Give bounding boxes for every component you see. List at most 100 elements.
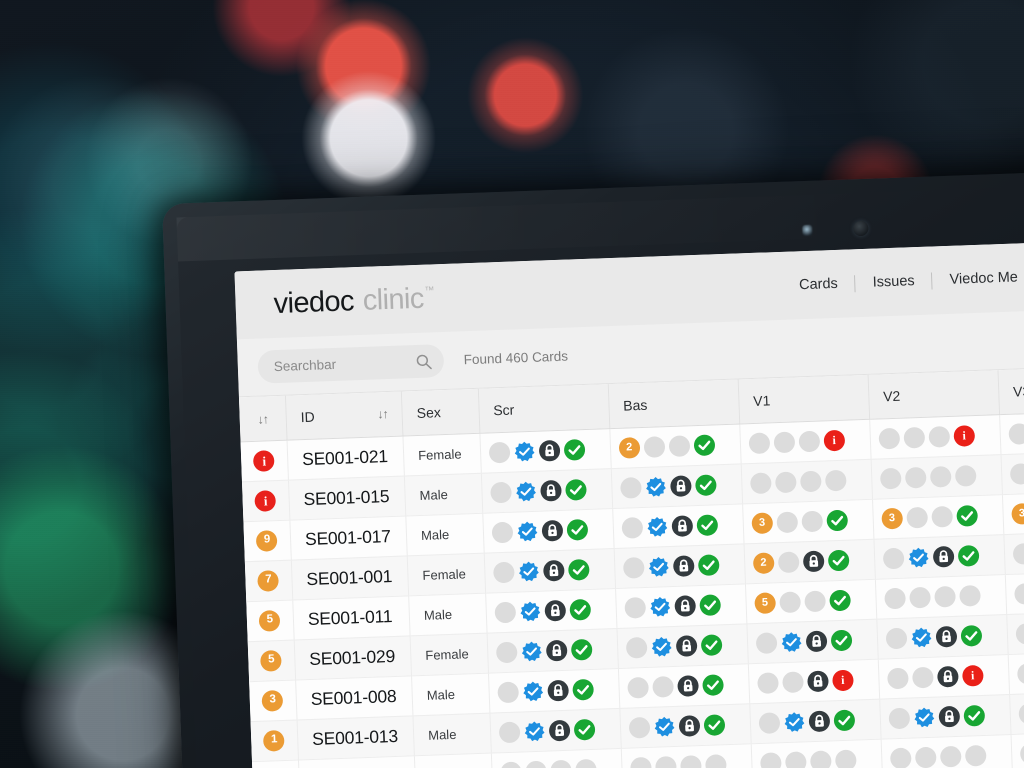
status-lock-icon[interactable]: [676, 674, 699, 697]
row-event-bas[interactable]: [620, 743, 753, 768]
row-event-scr[interactable]: [489, 707, 621, 753]
status-check-icon[interactable]: [963, 704, 985, 727]
row-event-v2[interactable]: 3: [872, 494, 1004, 539]
status-lock-icon[interactable]: [548, 719, 571, 741]
status-check-icon[interactable]: [833, 709, 856, 731]
alert-flag-badge[interactable]: i: [254, 489, 277, 512]
status-lock-icon[interactable]: [938, 705, 961, 728]
row-event-v3[interactable]: [1006, 609, 1024, 655]
status-verified-icon[interactable]: [518, 560, 540, 582]
status-count-badge[interactable]: 2: [752, 551, 775, 574]
row-event-scr[interactable]: [491, 747, 623, 768]
row-event-v1[interactable]: i: [739, 418, 871, 464]
row-event-v3[interactable]: [1007, 649, 1024, 694]
row-event-v1[interactable]: 2: [743, 538, 876, 584]
status-count-badge[interactable]: 3: [881, 507, 903, 529]
status-verified-icon[interactable]: [910, 626, 932, 648]
row-event-v1[interactable]: 5: [745, 578, 877, 624]
status-check-icon[interactable]: [699, 593, 721, 616]
row-event-v2[interactable]: i: [869, 414, 1001, 459]
row-event-scr[interactable]: [485, 588, 617, 633]
row-event-v1[interactable]: [749, 698, 881, 744]
row-subject-id[interactable]: SE001-011: [292, 595, 411, 640]
search-icon[interactable]: [416, 353, 433, 370]
status-lock-icon[interactable]: [808, 709, 831, 732]
sort-icon[interactable]: ↓↑: [377, 407, 388, 421]
status-lock-icon[interactable]: [541, 519, 563, 542]
status-check-icon[interactable]: [701, 673, 724, 696]
status-verified-icon[interactable]: [780, 631, 802, 653]
status-verified-icon[interactable]: [516, 520, 538, 542]
row-event-bas[interactable]: [610, 463, 743, 509]
status-verified-icon[interactable]: [513, 440, 535, 462]
row-event-v1[interactable]: [746, 618, 879, 664]
status-alert-icon[interactable]: i: [831, 669, 854, 691]
app-logo[interactable]: viedoc clinic ™: [273, 282, 434, 319]
status-check-icon[interactable]: [697, 553, 720, 576]
count-flag-badge[interactable]: 9: [256, 529, 278, 552]
status-verified-icon[interactable]: [649, 596, 671, 618]
status-lock-icon[interactable]: [544, 599, 566, 622]
status-check-icon[interactable]: [567, 558, 590, 581]
count-flag-badge[interactable]: 5: [260, 649, 283, 672]
status-lock-icon[interactable]: [669, 474, 692, 497]
status-lock-icon[interactable]: [806, 669, 829, 692]
row-subject-id[interactable]: SE001-008: [295, 675, 413, 720]
status-alert-icon[interactable]: i: [953, 424, 975, 447]
status-verified-icon[interactable]: [515, 480, 537, 502]
row-flag-cell[interactable]: i: [240, 439, 289, 482]
row-event-bas[interactable]: [613, 543, 746, 589]
status-count-badge[interactable]: 5: [754, 591, 776, 614]
status-verified-icon[interactable]: [650, 636, 672, 658]
row-subject-id[interactable]: SE001-029: [294, 635, 412, 680]
status-verified-icon[interactable]: [645, 476, 667, 498]
status-alert-icon[interactable]: i: [823, 429, 846, 451]
row-event-bas[interactable]: [612, 503, 744, 549]
status-verified-icon[interactable]: [913, 706, 935, 728]
row-event-scr[interactable]: [479, 428, 611, 473]
status-verified-icon[interactable]: [523, 720, 545, 742]
row-event-v3[interactable]: [1010, 729, 1024, 768]
row-event-scr[interactable]: [486, 628, 619, 673]
status-lock-icon[interactable]: [936, 665, 959, 688]
row-flag-cell[interactable]: i: [241, 479, 290, 522]
row-event-v1[interactable]: [750, 738, 883, 768]
column-header-id[interactable]: ID ↓↑: [285, 391, 403, 440]
row-event-v3[interactable]: 3: [1002, 489, 1024, 535]
status-check-icon[interactable]: [694, 473, 717, 496]
status-lock-icon[interactable]: [678, 714, 701, 737]
column-header-bas[interactable]: Bas: [607, 379, 740, 429]
status-check-icon[interactable]: [693, 433, 716, 456]
row-flag-cell[interactable]: 1: [250, 719, 299, 762]
status-verified-icon[interactable]: [783, 711, 805, 733]
row-flag-cell[interactable]: 1: [251, 759, 300, 768]
count-flag-badge[interactable]: 5: [259, 609, 281, 632]
row-event-v2[interactable]: [880, 733, 1013, 768]
status-check-icon[interactable]: [830, 629, 853, 651]
alert-flag-badge[interactable]: i: [253, 449, 276, 472]
status-check-icon[interactable]: [696, 513, 718, 536]
status-lock-icon[interactable]: [805, 630, 828, 652]
status-lock-icon[interactable]: [802, 550, 825, 572]
status-check-icon[interactable]: [571, 678, 594, 701]
status-check-icon[interactable]: [570, 638, 593, 661]
column-header-sex[interactable]: Sex: [401, 388, 480, 436]
status-verified-icon[interactable]: [522, 680, 544, 702]
nav-item-viedoc-me[interactable]: Viedoc Me: [932, 269, 1024, 289]
status-verified-icon[interactable]: [648, 556, 670, 578]
row-event-v3[interactable]: [1003, 529, 1024, 575]
row-event-v2[interactable]: [870, 454, 1003, 499]
status-check-icon[interactable]: [957, 544, 980, 567]
search-container[interactable]: [257, 344, 445, 384]
row-flag-cell[interactable]: 5: [246, 599, 295, 642]
status-check-icon[interactable]: [563, 438, 586, 461]
row-event-v1[interactable]: 3: [742, 498, 874, 544]
column-header-v3[interactable]: V3: [997, 365, 1024, 415]
status-verified-icon[interactable]: [653, 716, 675, 738]
status-verified-icon[interactable]: [908, 546, 930, 568]
status-check-icon[interactable]: [564, 478, 587, 501]
status-lock-icon[interactable]: [674, 594, 696, 617]
row-event-scr[interactable]: [488, 667, 620, 713]
status-verified-icon[interactable]: [521, 640, 543, 662]
row-subject-id[interactable]: SE001-015: [288, 475, 406, 520]
